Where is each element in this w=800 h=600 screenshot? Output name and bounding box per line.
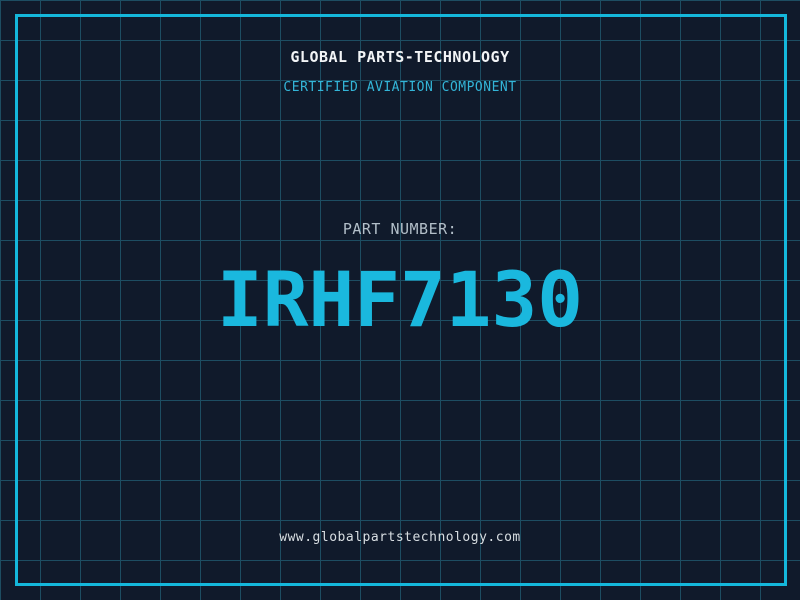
part-number-value: IRHF7130: [216, 255, 584, 344]
website-url: www.globalpartstechnology.com: [279, 530, 521, 545]
part-number-label: PART NUMBER:: [342, 220, 458, 238]
certificate-card: GLOBAL PARTS-TECHNOLOGY CERTIFIED AVIATI…: [0, 0, 800, 600]
company-title: GLOBAL PARTS-TECHNOLOGY: [290, 48, 510, 66]
certification-subtitle: CERTIFIED AVIATION COMPONENT: [283, 80, 517, 95]
